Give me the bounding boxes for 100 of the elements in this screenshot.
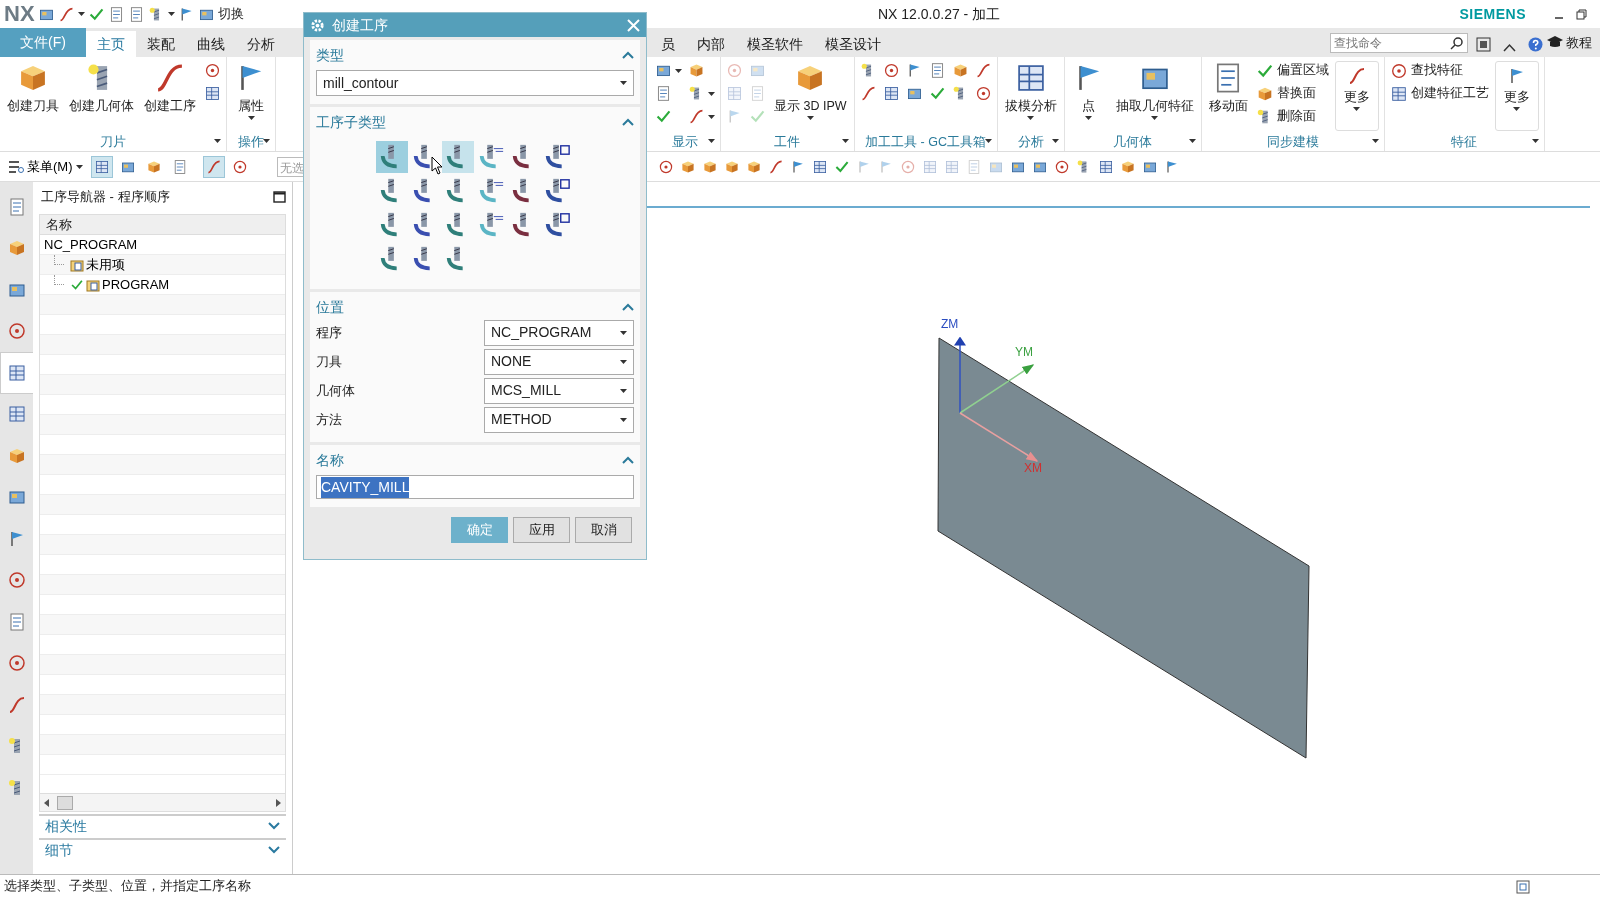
ribbon-tab[interactable]: 员 [650,31,686,57]
dropdown-field[interactable]: NC_PROGRAM [484,319,634,346]
scroll-left-icon[interactable] [44,798,49,807]
window-icon[interactable] [1476,37,1491,52]
ribbon-command[interactable]: 偏置区域 [1255,61,1329,80]
curve-icon[interactable] [58,5,75,23]
ribbon-command[interactable]: 显示 3D IPW [772,61,849,134]
sheet-icon[interactable] [108,5,125,23]
ribbon-tab[interactable]: 内部 [686,31,736,57]
ribbon-command[interactable]: 属性 [232,61,270,134]
field-label: 几何体 [316,381,355,400]
tutorial-link[interactable]: 教程 [1566,32,1592,52]
toolpath-icon [543,211,571,239]
ribbon-icon-button[interactable] [688,107,715,126]
ribbon-command[interactable]: 移动面 [1206,61,1250,134]
sheet-icon[interactable] [128,5,145,23]
ribbon-command[interactable]: 查找特征 [1389,61,1489,80]
caret-icon[interactable] [984,139,992,143]
dialog-button[interactable]: 取消 [575,517,632,543]
dialog-button[interactable]: 应用 [513,517,570,543]
ribbon-command[interactable]: 更多 [1334,61,1379,131]
ribbon-icon-button[interactable] [882,84,900,103]
ribbon-icon-button[interactable] [882,61,900,80]
caret-icon[interactable] [1531,139,1539,143]
ribbon-command[interactable]: 创建特征工艺 [1389,84,1489,103]
scroll-right-icon[interactable] [276,798,281,807]
menu-button[interactable]: 菜单(M) [8,156,87,177]
target-icon [6,653,27,674]
target-icon [726,62,743,79]
caret-icon[interactable] [263,139,270,143]
tree-item[interactable]: NC_PROGRAM [40,235,142,255]
toolpath-icon [543,177,571,205]
ribbon-command[interactable]: 拔模分析 [1002,61,1059,134]
axis-label: ZM [941,317,959,331]
ribbon-tab[interactable]: 模圣设计 [814,31,892,57]
type-dropdown[interactable]: mill_contour [316,70,634,96]
caret-icon[interactable] [214,139,221,143]
grid-icon[interactable] [1098,158,1114,175]
section-header[interactable]: 位置 [316,296,634,318]
caret-icon[interactable] [708,139,715,143]
tree-item[interactable]: PROGRAM [66,274,174,295]
dropdown-field[interactable]: METHOD [484,406,634,433]
ribbon-command[interactable]: 更多 [1494,61,1539,131]
ribbon-tab[interactable]: 分析 [235,31,286,57]
grid-icon [6,404,27,425]
collapsible-section[interactable]: 相关性 [39,814,286,836]
switch-window-label[interactable]: 切换 [218,4,244,24]
caret-icon[interactable] [78,12,85,16]
resource-tab[interactable] [0,352,33,394]
ribbon-tab[interactable]: 模圣软件 [736,31,814,57]
caret-icon[interactable] [1051,139,1059,143]
fit-view-icon[interactable] [1516,879,1530,894]
command-search-field[interactable]: 查找命令 [1330,33,1468,53]
curve-icon[interactable] [768,158,784,175]
scrollbar-thumb[interactable] [57,795,73,810]
ribbon-command[interactable]: 创建几何体 [67,61,136,134]
ribbon-command[interactable]: 创建工序 [142,61,198,134]
ribbon-tab[interactable]: 主页 [85,31,136,57]
caret-icon[interactable] [1188,139,1196,143]
ribbon-command[interactable]: 删除面 [1255,107,1329,126]
group-label: 几何体 [1113,133,1153,151]
target-icon [6,570,27,591]
ribbon-command[interactable]: 抽取几何特征 [1113,61,1196,134]
dropdown-field[interactable]: MCS_MILL [484,377,634,404]
target-icon[interactable] [658,158,674,175]
ribbon-icon-button[interactable] [204,61,221,80]
name-field[interactable]: CAVITY_MILL [316,475,634,499]
target-icon [231,158,248,175]
brand-label: SIEMENS [1459,4,1526,24]
ribbon-icon-button[interactable] [204,84,221,103]
collapse-ribbon-icon[interactable] [1503,43,1516,52]
caret-icon[interactable] [1371,139,1379,143]
toolbar-toggle[interactable] [202,155,225,178]
dialog-title: 创建工序 [332,15,388,35]
collapsible-section[interactable]: 细节 [39,838,286,860]
ribbon-command[interactable]: 创建刀具 [5,61,61,134]
ribbon-command[interactable]: 点 [1069,61,1108,134]
grid-icon[interactable] [812,158,828,175]
section-header[interactable]: 工序子类型 [316,111,634,133]
graduation-cap-icon[interactable] [1547,36,1563,49]
dropdown-field[interactable]: NONE [484,348,634,375]
ribbon-command[interactable]: 替换面 [1255,84,1329,103]
group-label: 特征 [1451,133,1478,151]
target-icon[interactable] [1054,158,1070,175]
caret-icon[interactable] [841,139,849,143]
caret-icon [620,359,627,364]
close-icon[interactable] [627,18,640,32]
group-label: 同步建模 [1266,133,1319,151]
ribbon-tab[interactable]: 装配 [135,31,186,57]
toolbar-toggle[interactable] [90,155,113,178]
maximize-icon[interactable] [273,191,286,203]
caret-icon[interactable] [168,12,175,16]
help-icon[interactable] [1528,37,1543,52]
restore-icon[interactable] [1575,8,1587,20]
ribbon-tab[interactable]: 曲线 [185,31,236,57]
group-label: 显示 [672,133,698,151]
ribbon-icon-button[interactable] [974,84,992,103]
horizontal-scrollbar[interactable] [40,793,285,811]
section-header[interactable]: 名称 [316,449,634,471]
section-header[interactable]: 类型 [316,44,634,66]
